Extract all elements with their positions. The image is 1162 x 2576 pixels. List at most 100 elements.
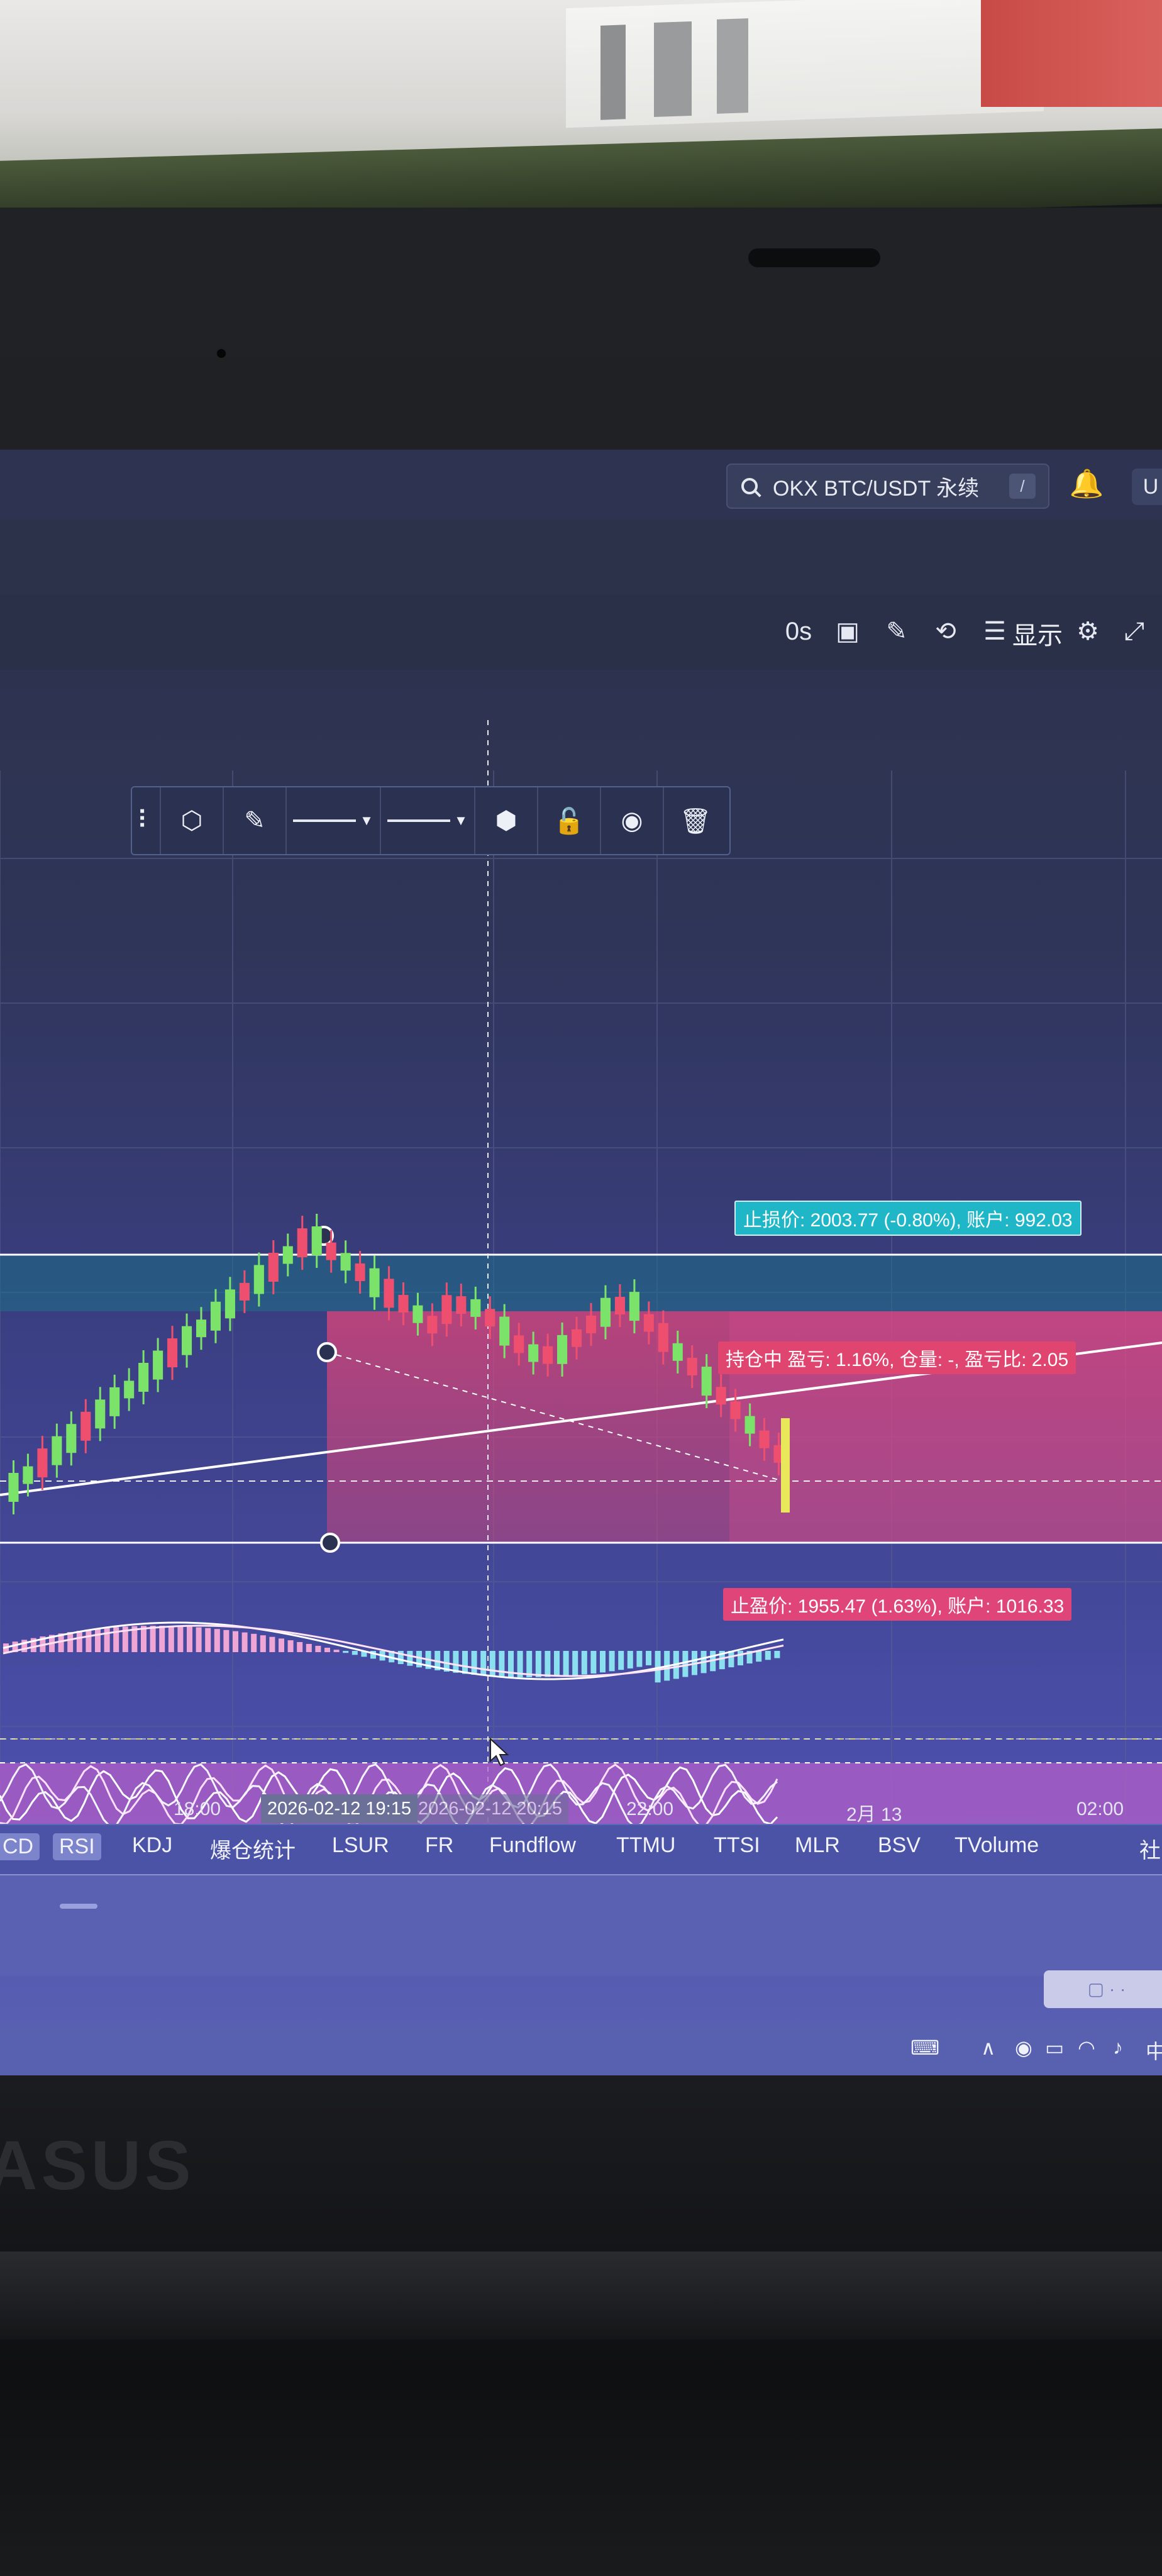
take-profit-label: 止盈价: 1955.47 (1.63%), 账户: 1016.33 [723, 1588, 1072, 1621]
candle-body [514, 1335, 524, 1353]
macd-bar [609, 1651, 615, 1672]
macd-bar [351, 1651, 358, 1655]
candle-body [37, 1448, 48, 1478]
tab-ttmu[interactable]: TTMU [616, 1833, 675, 1858]
crosshair-time-start: 2026-02-12 19:15 [261, 1794, 418, 1823]
candle-body [687, 1357, 697, 1375]
candle-body [210, 1301, 221, 1331]
tab-cd[interactable]: CD [0, 1833, 40, 1860]
tab-rsi[interactable]: RSI [53, 1833, 101, 1860]
candle-body [253, 1265, 264, 1294]
line-width-icon[interactable]: ▼ [381, 787, 475, 854]
candle-body [297, 1228, 307, 1258]
pencil-icon[interactable]: ✎ [224, 787, 287, 854]
candle-body [167, 1338, 178, 1368]
time-axis-label: 02:00 [1076, 1799, 1124, 1819]
candle-body [499, 1316, 510, 1346]
camera-icon[interactable]: ▣ [831, 615, 864, 648]
macd-bar [205, 1628, 211, 1652]
candle-body [311, 1226, 322, 1255]
line-style-icon[interactable]: ▼ [287, 787, 381, 854]
macd-bar [233, 1631, 238, 1652]
macd-bar [150, 1626, 156, 1652]
tab-mlr[interactable]: MLR [795, 1833, 840, 1858]
macd-bar [489, 1651, 495, 1677]
candle-body [66, 1424, 77, 1453]
candle-body [614, 1297, 625, 1315]
macd-bar [765, 1651, 771, 1660]
candle-body [239, 1282, 250, 1301]
candle-body [95, 1399, 106, 1429]
position-label: 持仓中 盈亏: 1.16%, 仓量: -, 盈亏比: 2.05 [718, 1341, 1076, 1374]
record-icon[interactable]: ◉ [1015, 2036, 1032, 2060]
candle-body [470, 1299, 481, 1317]
tab-fr[interactable]: FR [425, 1833, 453, 1858]
eye-icon[interactable]: ◉ [601, 787, 664, 854]
tab-lsur[interactable]: LSUR [332, 1833, 389, 1858]
settings-icon[interactable]: ⬢ [475, 787, 538, 854]
candle-body [643, 1314, 654, 1332]
macd-bar [241, 1632, 248, 1652]
display-button[interactable]: 显示 [1012, 615, 1063, 652]
panel-resize-handle[interactable] [60, 1904, 97, 1909]
chart-area[interactable]: 止损价: 2003.77 (-0.80%), 账户: 992.03 持仓中 盈亏… [0, 670, 1162, 1959]
tab-tvolume[interactable]: TVolume [954, 1833, 1039, 1858]
template-icon[interactable]: ⬡ [161, 787, 224, 854]
macd-bar [196, 1627, 202, 1652]
chevron-up-icon[interactable]: ∧ [981, 2036, 995, 2060]
macd-bar [269, 1636, 275, 1652]
drawing-handle [317, 1342, 337, 1362]
macd-bar [600, 1651, 606, 1673]
keyboard-icon[interactable]: ⌨ [910, 2036, 939, 2060]
candle-body [369, 1268, 380, 1297]
tab-bsv[interactable]: BSV [878, 1833, 921, 1858]
drag-handle-icon[interactable]: ⠇ [132, 787, 161, 854]
macd-bar [279, 1638, 284, 1652]
macd-bar [554, 1651, 560, 1677]
time-axis-label: 2月 13 [846, 1804, 902, 1825]
alert-icon[interactable]: ⟲ [929, 615, 962, 648]
candle-body [600, 1297, 611, 1327]
symbol-label: OKX BTC/USDT 永续 [773, 476, 980, 501]
candle-body [196, 1319, 207, 1338]
search-shortcut-key: / [1009, 474, 1036, 499]
macd-bar [76, 1631, 82, 1652]
tab-kdj[interactable]: KDJ [132, 1833, 172, 1858]
volume-icon[interactable]: ♪ [1113, 2036, 1123, 2059]
macd-bar [86, 1629, 92, 1652]
macd-bar [104, 1628, 110, 1652]
candle-body [80, 1411, 91, 1441]
candle-body [340, 1253, 351, 1271]
tab-fundflow[interactable]: Fundflow [489, 1833, 576, 1858]
fullscreen-icon[interactable]: ⤢ [1118, 615, 1151, 648]
candle-body [629, 1292, 639, 1321]
drawing-toolbar: ⠇ ⬡ ✎ ▼ ▼ ⬢ 🔓 ◉ 🗑 [131, 786, 731, 855]
clock-icon[interactable]: 0s [782, 615, 815, 648]
macd-bar [177, 1626, 184, 1652]
macd-bar [774, 1651, 780, 1658]
battery-icon[interactable]: ▭ [1045, 2036, 1064, 2060]
macd-bar [187, 1626, 192, 1652]
lock-icon[interactable]: 🔓 [538, 787, 601, 854]
candle-body [585, 1315, 597, 1333]
toolbar-row [0, 519, 1162, 594]
wifi-icon[interactable]: ◠ [1078, 2036, 1095, 2060]
candle-body [701, 1367, 712, 1396]
gear-icon[interactable]: ⚙ [1071, 615, 1104, 648]
bell-icon[interactable]: 🔔 [1069, 467, 1104, 502]
symbol-search-input[interactable]: OKX BTC/USDT 永续 / [726, 464, 1049, 509]
user-button[interactable]: U [1132, 469, 1162, 505]
tab-ttsi[interactable]: TTSI [714, 1833, 760, 1858]
chart-canvas[interactable] [0, 670, 1162, 1959]
notification-toast[interactable]: ▢ · · [1044, 1970, 1162, 2008]
trash-icon[interactable]: 🗑 [664, 787, 727, 854]
crosshair-time-end: 2026-02-12 20:15 [412, 1794, 568, 1823]
tab-more[interactable]: 社 [1139, 1833, 1161, 1864]
tab-liquidation[interactable]: 爆仓统计 [210, 1833, 296, 1864]
time-axis-label: 22:00 [626, 1799, 674, 1819]
list-icon[interactable]: ☰ [978, 615, 1011, 648]
language-icon[interactable]: 中 [1146, 2036, 1162, 2065]
pencil-icon[interactable]: ✎ [880, 615, 913, 648]
candle-body [182, 1326, 192, 1355]
candle-body [282, 1246, 293, 1264]
